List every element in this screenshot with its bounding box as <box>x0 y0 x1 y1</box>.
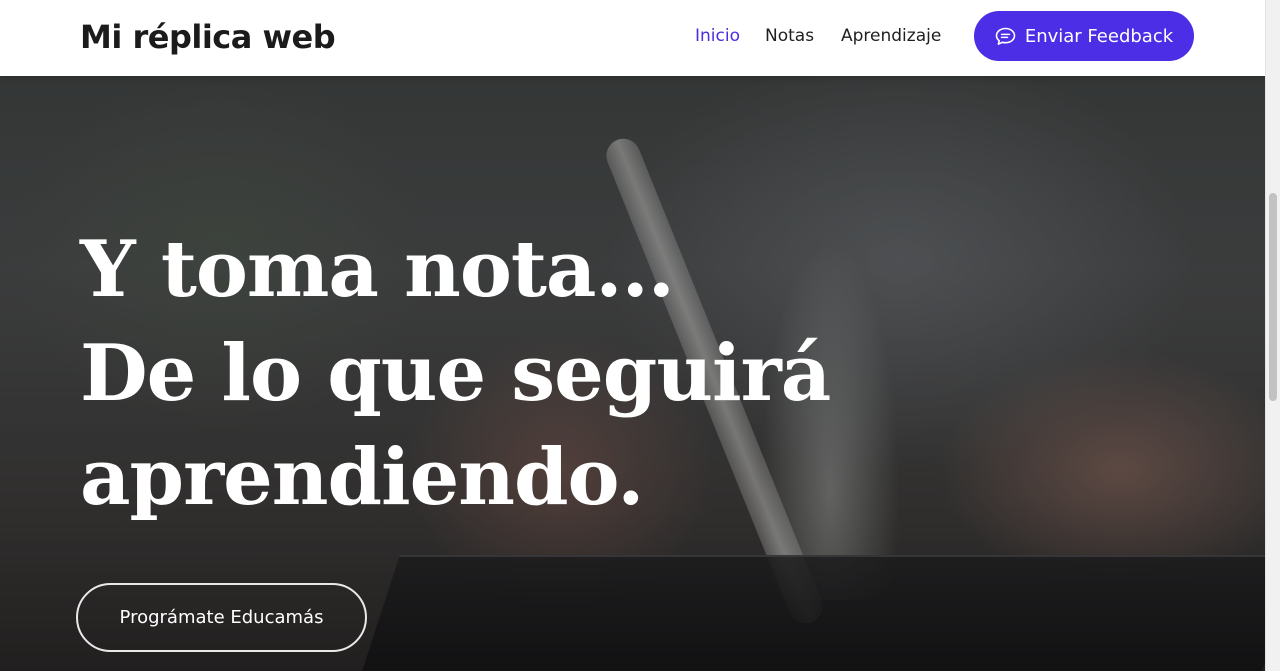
hero-title-line-1: Y toma nota... <box>80 224 675 315</box>
hero-title-line-2: De lo que seguirá <box>80 328 831 419</box>
hero-section: Y toma nota... De lo que seguirá aprendi… <box>0 0 1265 671</box>
nav-link-notas[interactable]: Notas <box>765 26 814 46</box>
brand-logo[interactable]: Mi réplica web <box>80 18 336 56</box>
nav-link-inicio[interactable]: Inicio <box>695 26 740 46</box>
send-feedback-button[interactable]: Enviar Feedback <box>974 11 1194 61</box>
scrollbar-thumb[interactable] <box>1269 193 1277 401</box>
hero-title: Y toma nota... De lo que seguirá aprendi… <box>80 218 831 530</box>
page-viewport: Y toma nota... De lo que seguirá aprendi… <box>0 0 1265 671</box>
cta-button[interactable]: Prográmate Educamás <box>76 583 367 652</box>
page-scrollbar[interactable] <box>1265 0 1280 671</box>
nav-link-aprendizaje[interactable]: Aprendizaje <box>841 26 941 46</box>
hero-title-line-3: aprendiendo. <box>80 432 644 523</box>
chat-bubble-icon <box>995 27 1016 46</box>
site-header: Mi réplica web Inicio Notas Aprendizaje … <box>0 0 1265 76</box>
send-feedback-label: Enviar Feedback <box>1024 25 1174 47</box>
